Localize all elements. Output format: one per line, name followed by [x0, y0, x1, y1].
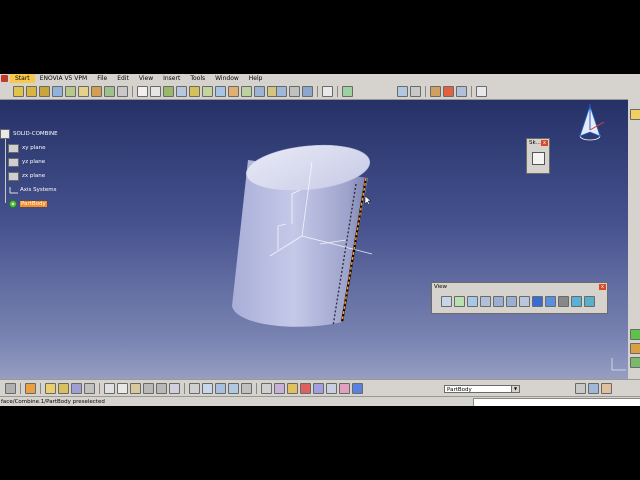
command-input[interactable]: [473, 398, 640, 406]
paste-icon[interactable]: [130, 383, 141, 394]
print-icon[interactable]: [84, 383, 95, 394]
close-icon[interactable]: x: [541, 140, 548, 146]
hide-icon[interactable]: [575, 383, 586, 394]
body-select-value: PartBody: [447, 387, 472, 393]
measure-inertia-icon[interactable]: [287, 383, 298, 394]
3d-viewport[interactable]: [0, 74, 640, 406]
shading-icon[interactable]: [545, 296, 556, 307]
view-toolbar-panel: View x: [431, 282, 608, 314]
bottom-toolbar: PartBody ▼: [0, 379, 640, 397]
swap-space-icon[interactable]: [571, 296, 582, 307]
3d-compass-icon[interactable]: [326, 383, 337, 394]
cut-icon[interactable]: [104, 383, 115, 394]
select-icon[interactable]: [5, 383, 16, 394]
toolbar-separator: [40, 383, 41, 394]
sketch-icon[interactable]: [532, 152, 545, 165]
status-message: face/Combine.1/PartBody preselected: [1, 399, 105, 405]
whats-this-icon[interactable]: [169, 383, 180, 394]
right-workbench-toolbar: [628, 99, 640, 379]
stop-icon[interactable]: [601, 383, 612, 394]
pan-icon[interactable]: [467, 296, 478, 307]
formula-icon[interactable]: [189, 383, 200, 394]
toolbar-separator: [184, 383, 185, 394]
sketch-toolbar-panel: Sk... x: [526, 138, 550, 174]
toolbar-separator: [99, 383, 100, 394]
normal-view-icon[interactable]: [519, 296, 530, 307]
copy-icon[interactable]: [117, 383, 128, 394]
section-icon[interactable]: [300, 383, 311, 394]
workbench-icon[interactable]: [630, 109, 640, 120]
new-icon[interactable]: [45, 383, 56, 394]
view-panel-title[interactable]: View: [432, 283, 607, 291]
standard-toolbar: [4, 383, 364, 394]
zoom-out-icon[interactable]: [506, 296, 517, 307]
fly-mode-icon[interactable]: [441, 296, 452, 307]
render-style-icon[interactable]: [584, 296, 595, 307]
hide-show-icon[interactable]: [558, 296, 569, 307]
properties-icon[interactable]: [352, 383, 363, 394]
body-select-dropdown[interactable]: PartBody ▼: [444, 385, 520, 393]
plane-select-icon[interactable]: [339, 383, 350, 394]
status-bar: face/Combine.1/PartBody preselected: [0, 396, 640, 406]
knowledge-icon[interactable]: [241, 383, 252, 394]
toolbar-separator: [20, 383, 21, 394]
update-icon[interactable]: [630, 357, 640, 368]
chevron-down-icon[interactable]: ▼: [511, 386, 519, 392]
bottom-right-tools: [574, 383, 613, 394]
comment-icon[interactable]: [202, 383, 213, 394]
open-icon[interactable]: [58, 383, 69, 394]
catalog-icon[interactable]: [228, 383, 239, 394]
analysis-icon[interactable]: [630, 343, 640, 354]
mini-axis-icon: [611, 358, 626, 371]
catia-window: Start ENOVIA V5 VPM File Edit View Inser…: [0, 74, 640, 406]
measure-between-icon[interactable]: [261, 383, 272, 394]
toolbar-separator: [256, 383, 257, 394]
mouse-cursor-icon: [364, 195, 372, 206]
compass-icon[interactable]: [579, 104, 605, 141]
measure-item-icon[interactable]: [274, 383, 285, 394]
zoom-in-icon[interactable]: [493, 296, 504, 307]
constraint-icon[interactable]: [630, 329, 640, 340]
table-icon[interactable]: [215, 383, 226, 394]
undo-icon[interactable]: [143, 383, 154, 394]
view-toolbar-icons: [440, 296, 596, 307]
quick-view-icon[interactable]: [532, 296, 543, 307]
axis-system-icon[interactable]: [313, 383, 324, 394]
fit-all-icon[interactable]: [454, 296, 465, 307]
redo-icon[interactable]: [156, 383, 167, 394]
update-all-icon[interactable]: [25, 383, 36, 394]
swap-icon[interactable]: [588, 383, 599, 394]
rotate-icon[interactable]: [480, 296, 491, 307]
save-icon[interactable]: [71, 383, 82, 394]
close-icon[interactable]: x: [599, 284, 606, 290]
